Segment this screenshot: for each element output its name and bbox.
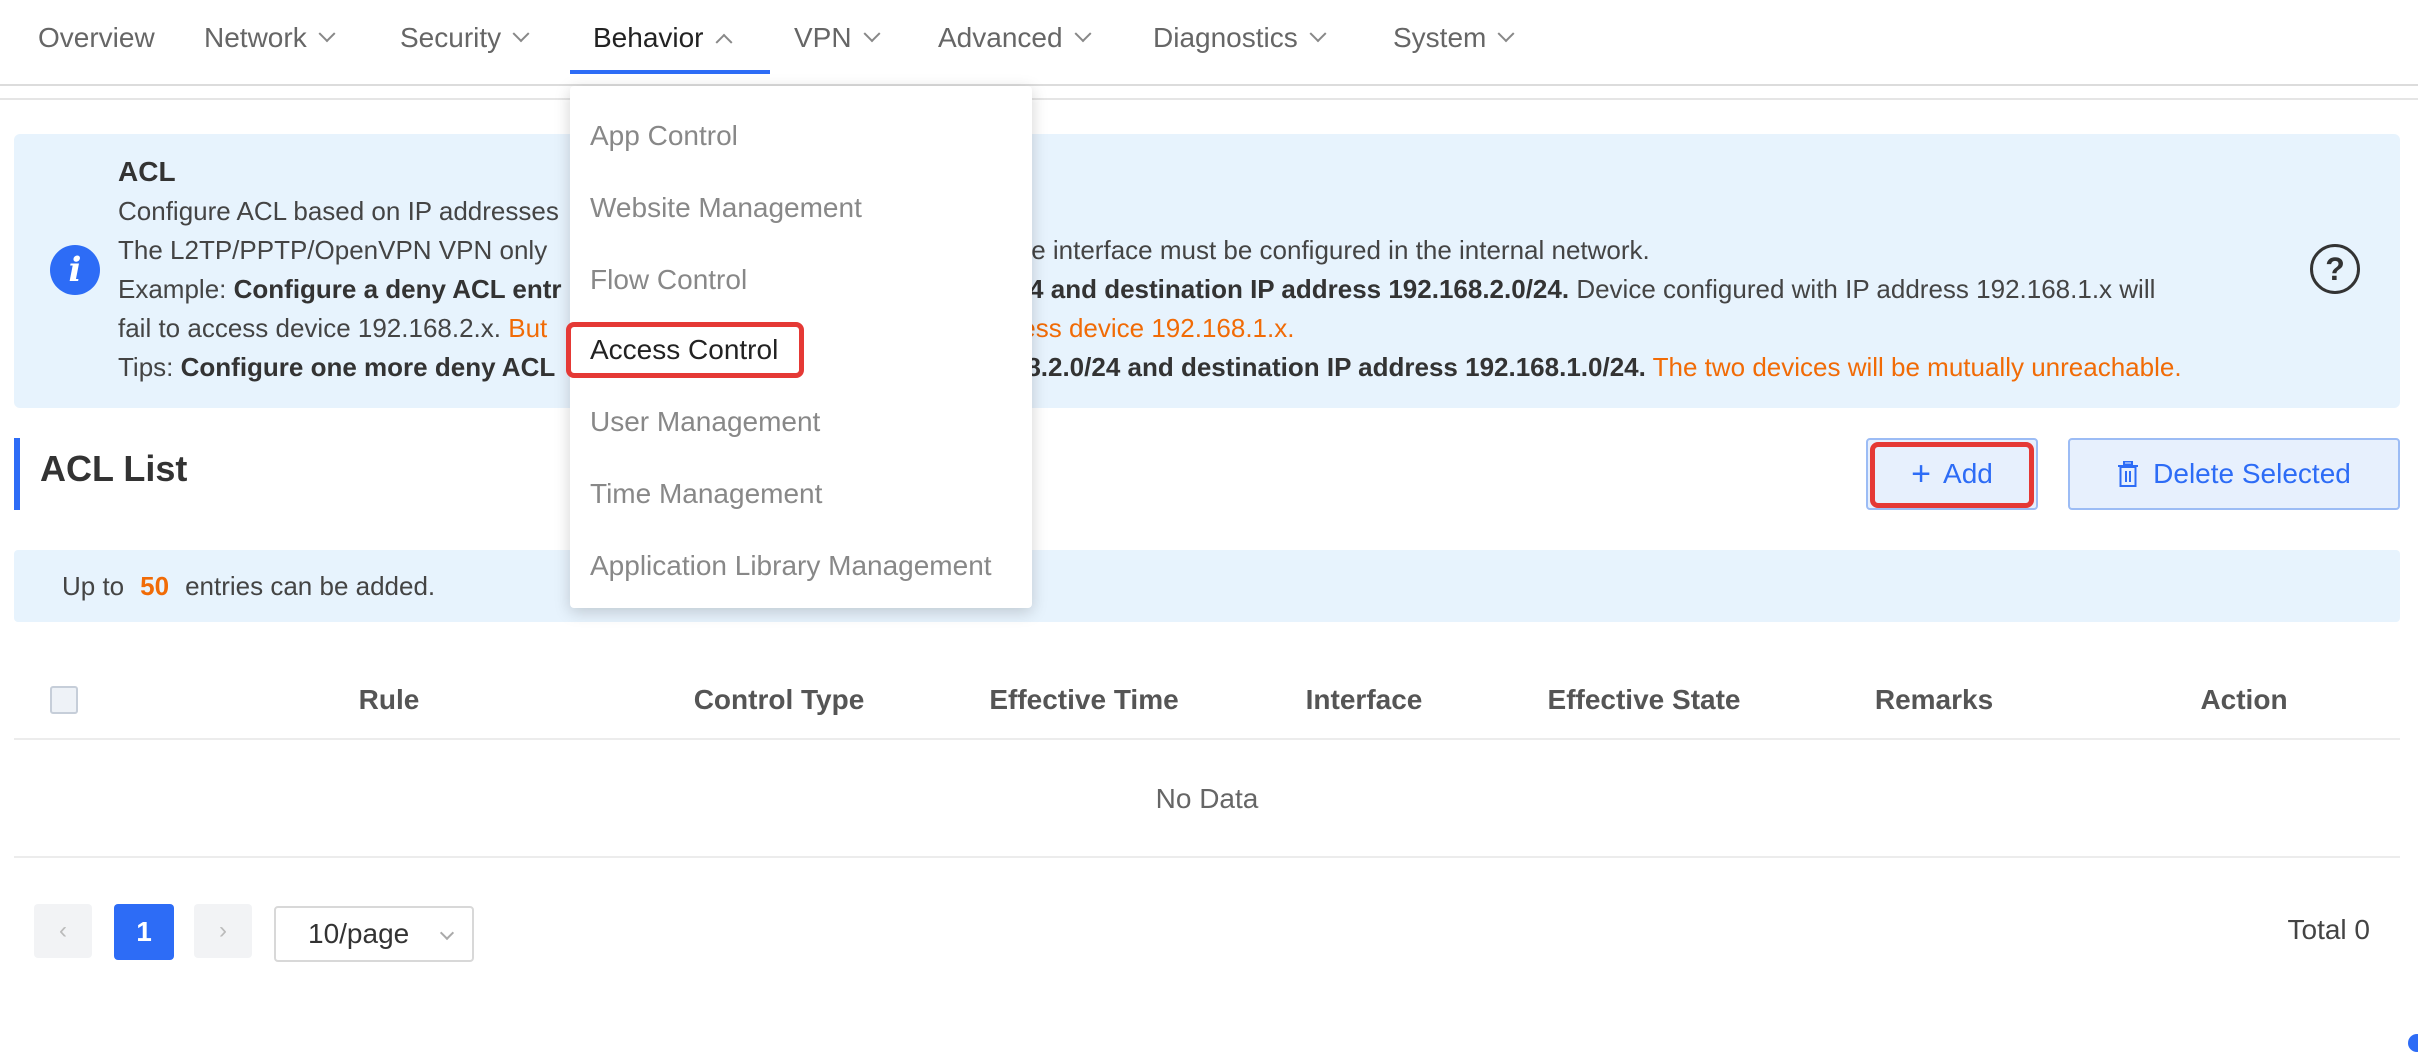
- delete-selected-button[interactable]: Delete Selected: [2068, 438, 2400, 510]
- nav-security[interactable]: Security: [400, 0, 530, 76]
- help-circle-icon[interactable]: ?: [2310, 244, 2360, 294]
- active-tab-underline: [570, 70, 770, 74]
- menu-item-application-library-management[interactable]: Application Library Management: [590, 536, 992, 596]
- info-line: fail to access device 192.168.2.x. But cc…: [118, 309, 2318, 348]
- info-line: Example: Configure a deny ACL entr 8.1.0/…: [118, 270, 2318, 309]
- page-number-button[interactable]: 1: [114, 904, 174, 960]
- chevron-down-icon: [1074, 25, 1092, 43]
- plus-icon: +: [1911, 454, 1932, 493]
- info-line: The L2TP/PPTP/OpenVPN VPN only tive inter…: [118, 231, 2318, 270]
- column-header-interface: Interface: [1305, 684, 1423, 715]
- acl-list-title: ACL List: [40, 448, 188, 489]
- column-header-control-type: Control Type: [693, 684, 865, 715]
- nav-diagnostics[interactable]: Diagnostics: [1153, 0, 1327, 76]
- column-header-remarks: Remarks: [1874, 684, 1994, 715]
- column-header-effective-state: Effective State: [1547, 684, 1741, 715]
- info-line-text: fail to access device 192.168.2.x.: [118, 313, 502, 343]
- chevron-down-icon: [439, 925, 455, 941]
- notice-suffix: entries can be added.: [185, 570, 436, 601]
- nav-label: Advanced: [938, 22, 1063, 53]
- nav-label: VPN: [794, 22, 852, 53]
- info-warning-text: But: [508, 313, 548, 343]
- info-line-text: Configure ACL based on IP addresses: [118, 196, 559, 226]
- nav-label: Overview: [38, 22, 155, 53]
- nav-advanced[interactable]: Advanced: [938, 0, 1092, 76]
- menu-item-access-control[interactable]: Access Control: [590, 320, 778, 380]
- nav-label: Security: [400, 22, 502, 53]
- info-title: ACL: [118, 156, 176, 187]
- section-accent-bar: [14, 438, 20, 510]
- prev-page-button[interactable]: ‹: [34, 904, 92, 958]
- info-line-text: Tips:: [118, 352, 174, 382]
- info-text: ACL Configure ACL based on IP addresses …: [118, 152, 2318, 387]
- floating-widget[interactable]: [2408, 1034, 2418, 1052]
- behavior-dropdown-menu: App Control Website Management Flow Cont…: [566, 86, 1032, 608]
- nav-network[interactable]: Network: [204, 0, 336, 76]
- add-button-label: Add: [1943, 458, 1993, 489]
- menu-item-time-management[interactable]: Time Management: [590, 464, 822, 524]
- trash-icon: [2118, 461, 2139, 487]
- info-line-text: Device configured with IP address 192.16…: [1576, 274, 2156, 304]
- chevron-down-icon: [1497, 25, 1515, 43]
- chevron-down-icon: [512, 25, 530, 43]
- nav-label: System: [1393, 22, 1487, 53]
- info-line: Tips: Configure one more deny ACL 92.168.…: [118, 348, 2318, 387]
- acl-table-header: Rule Control Type Effective Time Interfa…: [14, 660, 2400, 740]
- entries-limit-count: 50: [140, 570, 170, 601]
- total-count: Total 0: [2287, 914, 2371, 945]
- nav-label: Network: [204, 22, 307, 53]
- nav-label: Behavior: [593, 22, 704, 53]
- add-button[interactable]: + Add: [1866, 438, 2038, 510]
- column-header-rule: Rule: [358, 684, 420, 715]
- info-bold-text: 8.1.0/24 and destination IP address 192.…: [949, 274, 1570, 304]
- divider: [0, 98, 2418, 100]
- chevron-left-icon: ‹: [59, 917, 67, 944]
- nav-behavior[interactable]: Behavior: [593, 0, 733, 76]
- top-navigation: Overview Network Security Behavior VPN A…: [0, 0, 2418, 86]
- info-line-text: tive interface must be configured in the…: [1005, 235, 1650, 265]
- nav-label: Diagnostics: [1153, 22, 1298, 53]
- acl-info-box: i ACL Configure ACL based on IP addresse…: [14, 134, 2400, 408]
- info-bold-text: 92.168.2.0/24 and destination IP address…: [961, 352, 1646, 382]
- column-header-effective-time: Effective Time: [989, 684, 1179, 715]
- delete-selected-label: Delete Selected: [2153, 458, 2351, 489]
- info-line: Configure ACL based on IP addresses: [118, 192, 2318, 231]
- info-warning-text: The two devices will be mutually unreach…: [1652, 352, 2182, 382]
- page-size-select[interactable]: 10/page: [274, 906, 474, 962]
- info-bold-text: Configure one more deny ACL: [180, 352, 556, 382]
- chevron-right-icon: ›: [219, 917, 227, 944]
- nav-overview[interactable]: Overview: [38, 0, 155, 76]
- notice-prefix: Up to: [62, 570, 125, 601]
- info-icon: i: [50, 245, 100, 295]
- info-line-text: The L2TP/PPTP/OpenVPN VPN only: [118, 235, 548, 265]
- menu-item-flow-control[interactable]: Flow Control: [590, 250, 747, 310]
- menu-item-website-management[interactable]: Website Management: [590, 178, 862, 238]
- chevron-down-icon: [1309, 25, 1327, 43]
- chevron-down-icon: [318, 25, 336, 43]
- table-empty-state: No Data: [14, 742, 2400, 858]
- nav-vpn[interactable]: VPN: [794, 0, 881, 76]
- menu-item-app-control[interactable]: App Control: [590, 106, 738, 166]
- column-header-action: Action: [2200, 684, 2288, 715]
- info-line-text: Example:: [118, 274, 227, 304]
- menu-item-user-management[interactable]: User Management: [590, 392, 820, 452]
- chevron-up-icon: [715, 33, 733, 51]
- select-all-checkbox[interactable]: [50, 686, 78, 714]
- page-size-value: 10/page: [308, 918, 410, 949]
- info-warning-text: ccess device 192.168.1.x.: [995, 313, 1295, 343]
- next-page-button[interactable]: ›: [194, 904, 252, 958]
- nav-system[interactable]: System: [1393, 0, 1515, 76]
- entries-limit-notice: Up to 50 entries can be added.: [14, 550, 2400, 622]
- help-glyph: ?: [2325, 250, 2345, 287]
- chevron-down-icon: [863, 25, 881, 43]
- info-bold-text: Configure a deny ACL entr: [233, 274, 562, 304]
